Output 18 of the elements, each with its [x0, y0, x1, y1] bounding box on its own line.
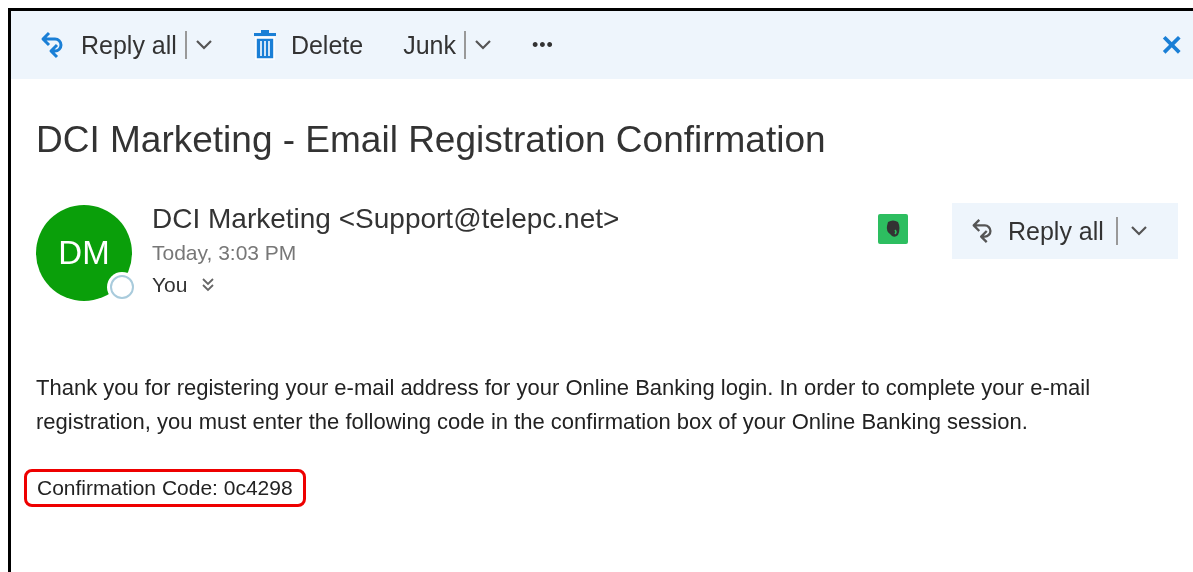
chevron-down-icon[interactable] — [194, 39, 213, 51]
toolbar-button[interactable]: Junk — [403, 30, 492, 60]
email-subject: DCI Marketing - Email Registration Confirmation — [36, 119, 827, 161]
trash-icon — [252, 30, 277, 60]
chevron-down-icon[interactable] — [473, 39, 492, 51]
toolbar-button[interactable]: Delete — [252, 30, 364, 60]
double-chevron-icon[interactable] — [201, 277, 216, 293]
reply-all-button[interactable]: Reply all — [952, 203, 1178, 259]
message-paragraph: Thank you for registering your e-mail address for your Online Banking login. In order to complete your e-mail registration, you must enter the following code in the confirmation box of your Online Banking session. — [36, 374, 1092, 436]
recipient: You — [152, 273, 188, 297]
sent-time: Today, 3:03 PM — [152, 241, 298, 265]
sender-name: DCI Marketing <Support@telepc.net> — [152, 203, 620, 235]
more-button[interactable]: ••• — [531, 34, 554, 56]
toolbar-button[interactable]: Reply all — [39, 30, 213, 60]
chevron-down-icon[interactable] — [1129, 225, 1148, 237]
close-button[interactable]: ✕ — [1160, 28, 1183, 62]
presence-icon — [110, 275, 134, 299]
confirmation-code: Confirmation Code: 0c4298 — [24, 469, 306, 507]
